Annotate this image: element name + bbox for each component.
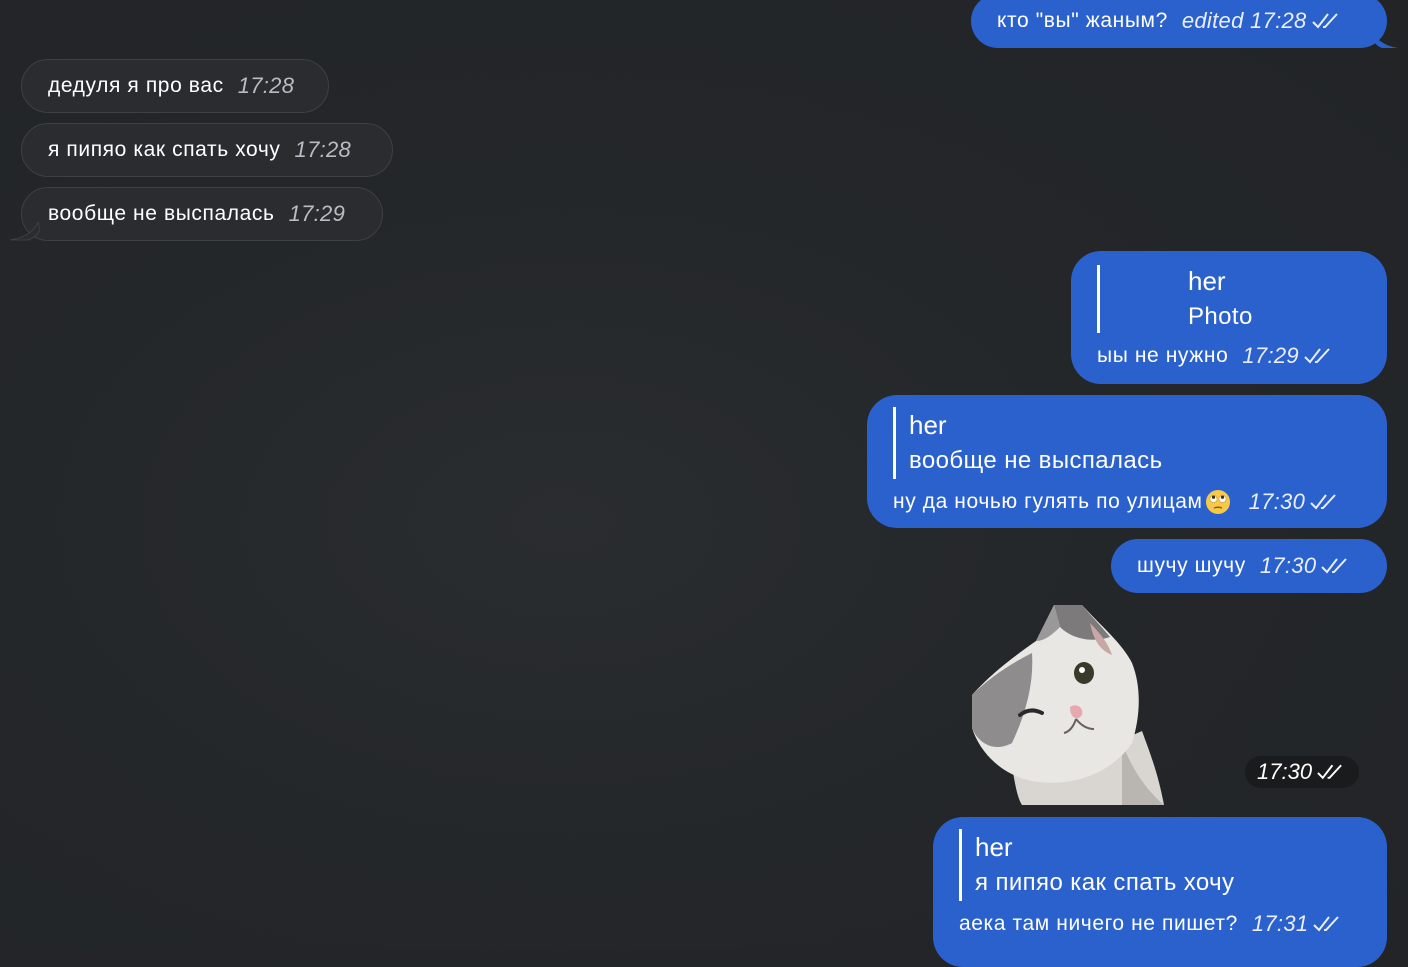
outgoing-message[interactable]: шучу шучу 17:30 bbox=[1111, 539, 1387, 593]
reply-quote[interactable]: her вообще не выспалась bbox=[893, 407, 1359, 479]
message-text: кто "вы" жаным? bbox=[997, 9, 1168, 32]
outgoing-reply-message[interactable]: her вообще не выспалась ну да ночью гуля… bbox=[867, 395, 1387, 528]
double-check-icon bbox=[1310, 494, 1336, 510]
outgoing-reply-message[interactable]: her Photo ыы не нужно 17:29 bbox=[1071, 251, 1387, 384]
incoming-message[interactable]: дедуля я про вас 17:28 bbox=[21, 59, 329, 113]
message-text: дедуля я про вас bbox=[48, 74, 224, 97]
winking-cat-sticker[interactable] bbox=[972, 603, 1168, 805]
double-check-icon bbox=[1321, 558, 1348, 574]
message-time: 17:29 bbox=[1242, 343, 1299, 368]
rolling-eyes-emoji-icon bbox=[1205, 490, 1230, 514]
message-time: 17:30 bbox=[1259, 553, 1317, 578]
quote-text: я пипяо как спать хочу bbox=[975, 869, 1235, 896]
quote-author: her bbox=[975, 832, 1013, 862]
quote-text: Photo bbox=[1188, 303, 1253, 330]
quote-text: вообще не выспалась bbox=[909, 447, 1163, 474]
bubble-tail bbox=[9, 222, 40, 241]
double-check-icon bbox=[1313, 916, 1340, 932]
message-text: аека там ничего не пишет? bbox=[959, 912, 1238, 935]
message-time: 17:30 bbox=[1257, 759, 1313, 784]
message-text: ну да ночью гулять по улицам bbox=[893, 490, 1203, 513]
quote-bar bbox=[1097, 265, 1100, 333]
message-time: 17:31 bbox=[1251, 911, 1309, 936]
outgoing-reply-message[interactable]: her я пипяо как спать хочу аека там ниче… bbox=[933, 817, 1387, 967]
message-text: шучу шучу bbox=[1137, 554, 1246, 577]
message-time: 17:29 bbox=[288, 201, 346, 226]
message-time: 17:30 bbox=[1248, 489, 1306, 514]
bubble-tail bbox=[1370, 28, 1398, 48]
message-text: ыы не нужно bbox=[1097, 344, 1229, 367]
message-meta: edited 17:28 bbox=[1168, 8, 1343, 34]
message-text: я пипяо как спать хочу bbox=[48, 138, 281, 161]
message-time: edited 17:28 bbox=[1181, 8, 1307, 33]
reply-quote[interactable]: her Photo bbox=[1097, 263, 1359, 335]
outgoing-message[interactable]: кто "вы" жаным? edited 17:28 bbox=[971, 0, 1387, 48]
reply-quote[interactable]: her я пипяо как спать хочу bbox=[959, 829, 1359, 901]
quote-author: her bbox=[1188, 266, 1226, 296]
message-time: 17:28 bbox=[294, 137, 352, 162]
double-check-icon bbox=[1304, 348, 1330, 364]
incoming-message[interactable]: вообще не выспалась 17:29 bbox=[21, 187, 383, 241]
double-check-icon bbox=[1311, 13, 1338, 29]
message-time: 17:28 bbox=[237, 73, 295, 98]
double-check-icon bbox=[1317, 764, 1342, 780]
quote-author: her bbox=[909, 410, 947, 440]
message-text: вообще не выспалась bbox=[48, 202, 275, 225]
incoming-message[interactable]: я пипяо как спать хочу 17:28 bbox=[21, 123, 393, 177]
sticker-time-badge: 17:30 bbox=[1245, 756, 1359, 788]
